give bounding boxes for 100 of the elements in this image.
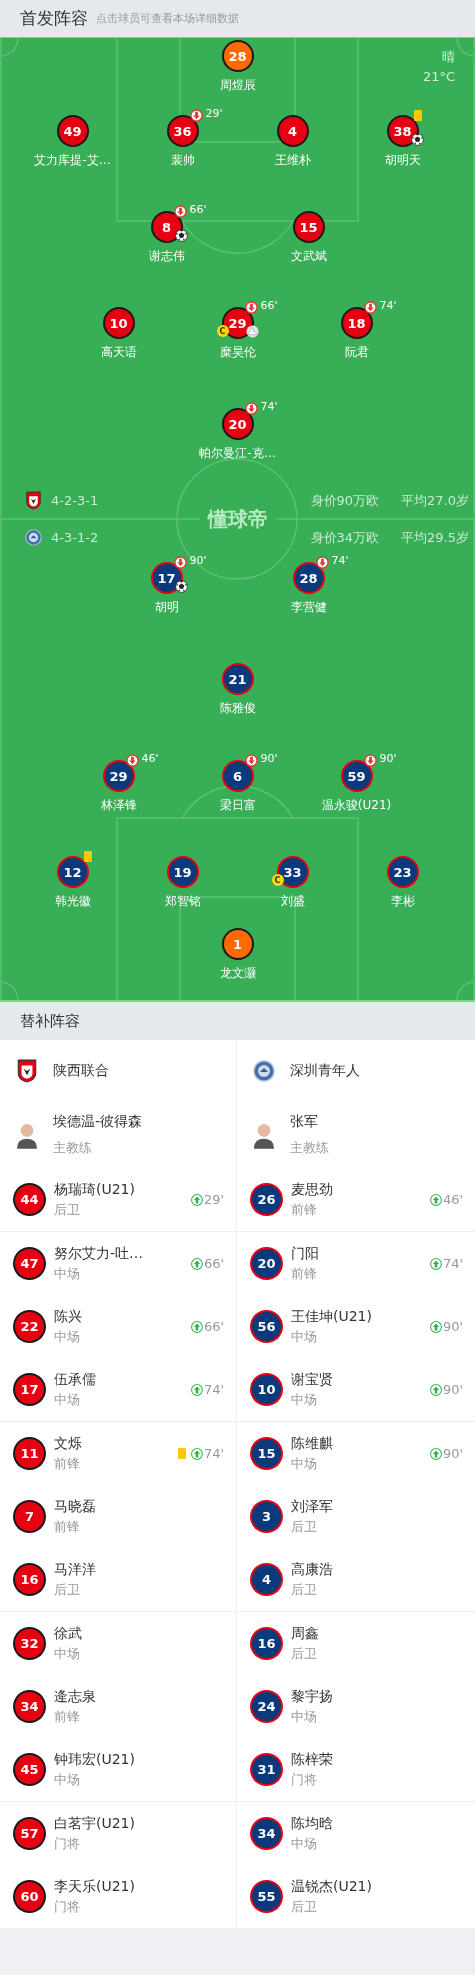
player-position: 中场 — [54, 1770, 81, 1789]
substitution-minute: 74' — [203, 1446, 224, 1461]
player-name[interactable]: 刘泽军 — [291, 1497, 463, 1516]
shirt-number[interactable]: 10 — [104, 309, 133, 337]
coach-name[interactable]: 张军 — [290, 1113, 463, 1131]
player-name[interactable]: 伍承儒 — [54, 1370, 191, 1389]
player-name[interactable]: 努尔艾力-吐… — [54, 1244, 191, 1263]
player-position: 后卫 — [291, 1517, 318, 1536]
shirt-number[interactable]: 57 — [15, 1819, 44, 1848]
substitution-minute: 66' — [189, 203, 207, 216]
substitution-minute: 74' — [331, 554, 349, 567]
coach-avatar — [16, 1121, 38, 1149]
team-value-text: 身价34万欧 — [310, 528, 380, 547]
shirt-number[interactable]: 7 — [15, 1502, 44, 1531]
player-name[interactable]: 杨瑞琦(U21) — [54, 1180, 191, 1199]
shield-logo-icon — [16, 1059, 38, 1083]
player-name[interactable]: 陈维麒 — [291, 1434, 430, 1453]
player-position: 后卫 — [291, 1644, 318, 1663]
player-name[interactable]: 马晓磊 — [54, 1497, 224, 1516]
substitution-minute: 29' — [205, 107, 223, 120]
hint-text: 点击球员可查看本场详细数据 — [96, 11, 239, 26]
shirt-number[interactable]: 15 — [252, 1439, 281, 1468]
shirt-number[interactable]: 15 — [294, 213, 323, 241]
player-name[interactable]: 陈均晗 — [291, 1814, 463, 1833]
shirt-number[interactable]: 12 — [58, 858, 87, 886]
substitution-minute: 90' — [442, 1382, 463, 1397]
shirt-number[interactable]: 6 — [223, 762, 252, 790]
shirt-number[interactable]: 17 — [152, 564, 181, 592]
shirt-number[interactable]: 11 — [15, 1439, 44, 1468]
shirt-number[interactable]: 32 — [15, 1629, 44, 1658]
player-name[interactable]: 黎宇扬 — [291, 1687, 463, 1706]
player-name[interactable]: 高康浩 — [291, 1560, 463, 1579]
shirt-number[interactable]: 28 — [294, 564, 323, 592]
substitution-out-icon — [244, 754, 258, 767]
player-name[interactable]: 徐武 — [54, 1624, 224, 1643]
shirt-number[interactable]: 20 — [252, 1249, 281, 1278]
player-name[interactable]: 文烁 — [54, 1434, 178, 1453]
substitution-in-icon — [429, 1383, 442, 1396]
player-position: 中场 — [291, 1390, 318, 1409]
shirt-number[interactable]: 23 — [388, 858, 417, 886]
coach-avatar — [253, 1121, 275, 1149]
team-value-text: 身价90万欧 — [310, 491, 380, 510]
substitution-minute: 90' — [260, 752, 278, 765]
substitution-minute: 90' — [379, 752, 397, 765]
shirt-number[interactable]: 20 — [223, 410, 252, 438]
shirt-number[interactable]: 31 — [252, 1755, 281, 1784]
player-name[interactable]: 逄志泉 — [54, 1687, 224, 1706]
shirt-number[interactable]: 47 — [15, 1249, 44, 1278]
shirt-number[interactable]: 34 — [15, 1692, 44, 1721]
shirt-number[interactable]: 44 — [15, 1185, 44, 1214]
player-name[interactable]: 陈兴 — [54, 1307, 191, 1326]
player-position: 中场 — [54, 1264, 81, 1283]
substitution-in-icon — [190, 1320, 203, 1333]
shirt-number[interactable]: 16 — [252, 1629, 281, 1658]
shirt-number[interactable]: 56 — [252, 1312, 281, 1341]
player-name[interactable]: 陈梓荣 — [291, 1750, 463, 1769]
substitution-minute: 66' — [260, 299, 278, 312]
shirt-number[interactable]: 36 — [168, 117, 197, 145]
shirt-number[interactable]: 3 — [252, 1502, 281, 1531]
shirt-number[interactable]: 4 — [252, 1565, 281, 1594]
shirt-number[interactable]: 24 — [252, 1692, 281, 1721]
player-name[interactable]: 门阳 — [291, 1244, 430, 1263]
team-name[interactable]: 深圳青年人 — [290, 1062, 360, 1080]
player-name[interactable]: 周鑫 — [291, 1624, 463, 1643]
shirt-number[interactable]: 49 — [58, 117, 87, 145]
player-name[interactable]: 钟玮宏(U21) — [54, 1750, 224, 1769]
player-name[interactable]: 白茗宇(U21) — [54, 1814, 224, 1833]
substitution-minute: 74' — [203, 1382, 224, 1397]
player-name[interactable]: 李天乐(U21) — [54, 1877, 224, 1896]
player-name[interactable]: 麦思劲 — [291, 1180, 430, 1199]
shirt-number[interactable]: 29 — [104, 762, 133, 790]
shirt-number[interactable]: 17 — [15, 1375, 44, 1404]
substitution-minute: 46' — [141, 752, 159, 765]
shirt-number[interactable]: 4 — [278, 117, 307, 145]
coach-name[interactable]: 埃德温-彼得森 — [53, 1113, 224, 1131]
shirt-number[interactable]: 60 — [15, 1882, 44, 1911]
shirt-number[interactable]: 19 — [168, 858, 197, 886]
shirt-number[interactable]: 16 — [15, 1565, 44, 1594]
shirt-number[interactable]: 22 — [15, 1312, 44, 1341]
shirt-number[interactable]: 8 — [152, 213, 181, 241]
substitution-in-icon — [429, 1320, 442, 1333]
team-name[interactable]: 陕西联合 — [53, 1062, 109, 1080]
player-name[interactable]: 温锐杰(U21) — [291, 1877, 463, 1896]
player-position: 前锋 — [54, 1454, 81, 1473]
shirt-number[interactable]: 26 — [252, 1185, 281, 1214]
player-name[interactable]: 谢宝贤 — [291, 1370, 430, 1389]
shirt-number[interactable]: 59 — [342, 762, 371, 790]
player-position: 门将 — [54, 1897, 81, 1916]
player-name[interactable]: 王佳坤(U21) — [291, 1307, 430, 1326]
player-position: 前锋 — [54, 1517, 81, 1536]
substitution-in-icon — [429, 1447, 442, 1460]
shirt-number[interactable]: 21 — [223, 665, 252, 693]
shirt-number[interactable]: 34 — [252, 1819, 281, 1848]
player-position: 后卫 — [54, 1580, 81, 1599]
player-name[interactable]: 马洋洋 — [54, 1560, 224, 1579]
shirt-number[interactable]: 55 — [252, 1882, 281, 1911]
shirt-number[interactable]: 45 — [15, 1755, 44, 1784]
shirt-number[interactable]: 18 — [342, 309, 371, 337]
shirt-number[interactable]: 10 — [252, 1375, 281, 1404]
shirt-number[interactable]: 38 — [388, 117, 417, 145]
